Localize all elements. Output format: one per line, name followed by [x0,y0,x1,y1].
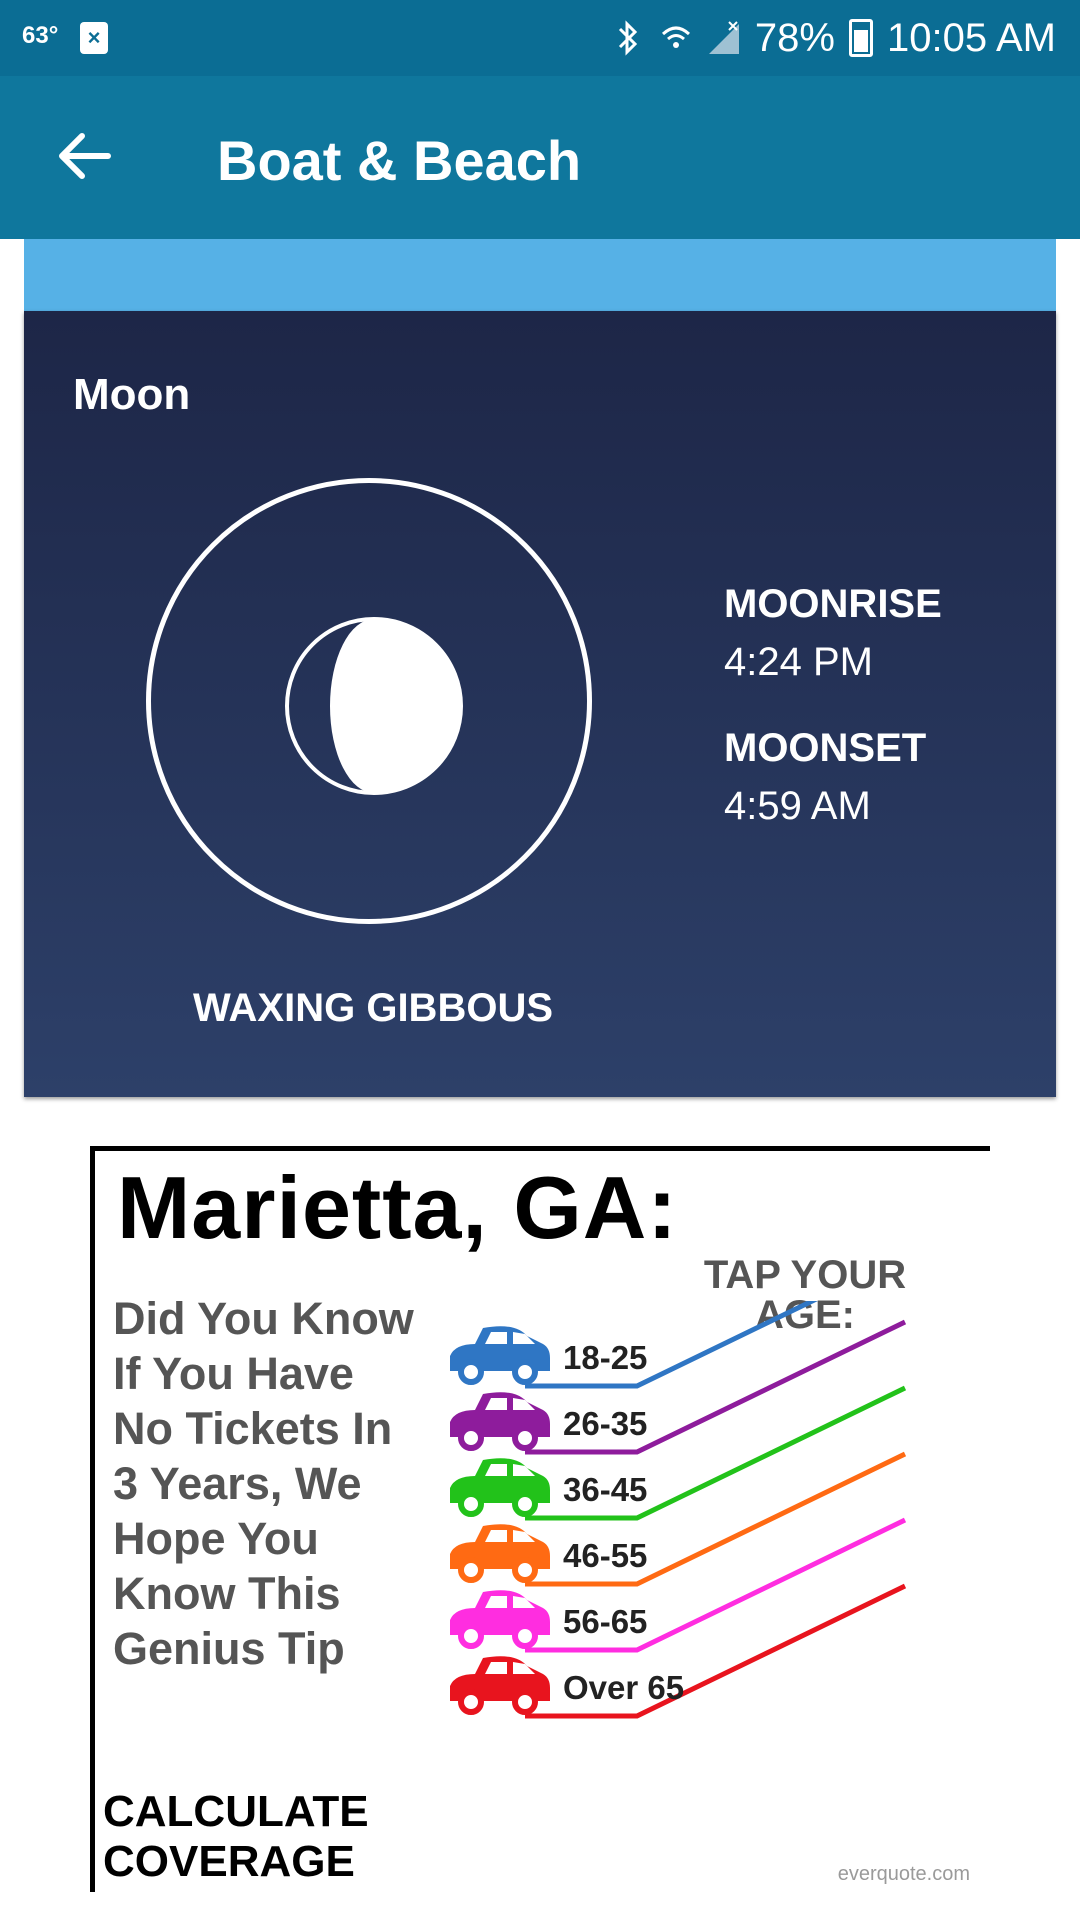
ad-body-line: 3 Years, We [113,1458,362,1509]
ad-body-line: If You Have [113,1348,354,1399]
ad-body-line: Hope You [113,1513,319,1564]
ad-body-line: Genius Tip [113,1623,345,1674]
previous-card-strip [24,239,1056,311]
status-icons: 78% 10:05 AM [611,12,1056,64]
age-label: 18-25 [563,1339,647,1376]
moon-section-title: Moon [73,370,191,419]
moonset-label: MOONSET [724,726,927,770]
age-option-0[interactable]: 18-25 [450,1301,905,1389]
car-icon [450,1326,550,1385]
car-icon [450,1656,550,1715]
age-label: Over 65 [563,1669,684,1706]
age-label: 56-65 [563,1603,647,1640]
ad-body-line: Did You Know [113,1293,414,1344]
ad-body-line: Know This [113,1568,341,1619]
moonrise-time: 4:24 PM [724,640,873,684]
car-icon [450,1524,550,1583]
clock: 10:05 AM [886,15,1056,60]
tap-line: TAP YOUR [703,1253,907,1297]
moon-phase-icon [285,617,463,795]
car-icon [450,1458,550,1517]
age-label: 26-35 [563,1405,647,1442]
ad-footer: everquote.com [837,1863,970,1885]
car-icon [450,1590,550,1649]
status-bar: 63° × 78% 10:05 AM [0,0,1080,76]
ad-body-text: Did You Know If You Have No Tickets In 3… [113,1291,443,1676]
ad-body-line: No Tickets In [113,1403,393,1454]
insurance-ad[interactable]: Marietta, GA: Did You Know If You Have N… [90,1146,990,1892]
wifi-icon [661,26,690,48]
page-title: Boat & Beach [217,129,582,192]
arrow-left-icon[interactable] [52,124,116,188]
signal-icon [708,21,739,54]
calculate-coverage-button[interactable]: CALCULATE COVERAGE [103,1787,369,1887]
bluetooth-icon [618,20,638,56]
battery-charging-icon [848,19,873,57]
age-selector[interactable]: 18-25 26-35 36-45 46-55 56-65 Over 65 [445,1301,990,1861]
moonrise-label: MOONRISE [724,582,942,626]
cta-line: CALCULATE [103,1787,369,1836]
moonset-time: 4:59 AM [724,784,871,828]
age-label: 46-55 [563,1537,647,1574]
temperature-text: 63° [22,22,59,49]
battery-percent: 78% [754,15,835,60]
cta-line: COVERAGE [103,1837,355,1886]
ad-headline: Marietta, GA: [117,1158,678,1257]
notification-icon: × [80,22,108,54]
app-bar: Boat & Beach [0,76,1080,239]
age-label: 36-45 [563,1471,647,1508]
moon-phase-label: WAXING GIBBOUS [192,986,554,1030]
car-icon [450,1392,550,1451]
